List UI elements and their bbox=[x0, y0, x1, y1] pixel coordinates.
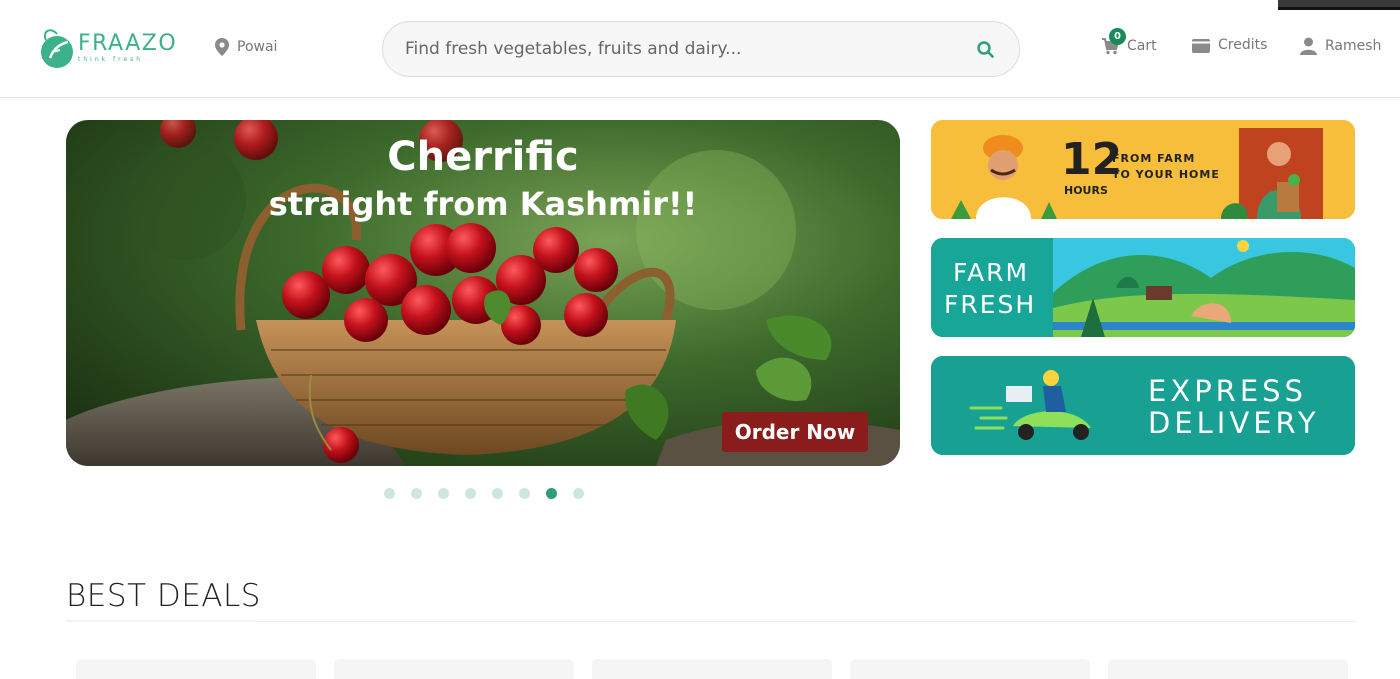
deal-card[interactable] bbox=[850, 659, 1090, 679]
hours-unit: HOURS bbox=[1064, 184, 1108, 197]
farm-text: FARM bbox=[953, 258, 1030, 287]
fraazo-logo[interactable]: FRAAZO think fresh bbox=[38, 26, 177, 70]
credits-link[interactable]: Credits bbox=[1192, 37, 1267, 53]
from-farm-text: FROM FARM bbox=[1112, 152, 1196, 165]
credits-label: Credits bbox=[1218, 37, 1268, 53]
overlay-window-edge bbox=[1278, 0, 1400, 10]
user-name-label: Ramesh bbox=[1325, 38, 1382, 54]
fresh-text: FRESH bbox=[944, 290, 1037, 319]
carousel-dot[interactable] bbox=[438, 488, 449, 499]
section-divider bbox=[66, 621, 1356, 622]
location-label: Powai bbox=[237, 39, 278, 55]
search-bar bbox=[382, 21, 1020, 77]
section-divider-accent bbox=[66, 620, 256, 622]
carousel-pagination bbox=[384, 488, 584, 499]
carousel-dot[interactable] bbox=[573, 488, 584, 499]
top-header: FRAAZO think fresh Powai 0 bbox=[0, 0, 1400, 98]
logo-tagline: think fresh bbox=[78, 56, 144, 63]
banner-12-hours[interactable]: 12 HOURS FROM FARM TO YOUR HOME bbox=[931, 120, 1355, 219]
hero-title: Cherrific bbox=[387, 134, 579, 180]
banner-express-delivery[interactable]: EXPRESS DELIVERY bbox=[931, 356, 1355, 455]
hero-subtitle: straight from Kashmir!! bbox=[268, 185, 698, 223]
delivery-text: DELIVERY bbox=[1148, 406, 1320, 440]
to-your-home-text: TO YOUR HOME bbox=[1112, 168, 1220, 181]
user-account-link[interactable]: Ramesh bbox=[1300, 37, 1381, 55]
carousel-dot[interactable] bbox=[465, 488, 476, 499]
cart-label: Cart bbox=[1127, 38, 1157, 54]
carousel-dot[interactable] bbox=[492, 488, 503, 499]
deal-card[interactable] bbox=[334, 659, 574, 679]
search-icon bbox=[976, 40, 994, 58]
carousel-dot-active[interactable] bbox=[546, 488, 557, 499]
location-selector[interactable]: Powai bbox=[215, 38, 277, 56]
carousel-dot[interactable] bbox=[411, 488, 422, 499]
carousel-dot[interactable] bbox=[519, 488, 530, 499]
farm-landscape-illustration bbox=[931, 238, 1355, 337]
carousel-dot[interactable] bbox=[384, 488, 395, 499]
search-button[interactable] bbox=[973, 37, 997, 61]
search-input[interactable] bbox=[405, 39, 973, 59]
cart-link[interactable]: 0 Cart bbox=[1101, 28, 1157, 55]
cart-count-badge: 0 bbox=[1109, 28, 1126, 45]
deal-card[interactable] bbox=[1108, 659, 1348, 679]
wallet-icon bbox=[1192, 38, 1210, 53]
order-now-button[interactable]: Order Now bbox=[722, 412, 868, 452]
fraazo-leaf-logo-icon bbox=[41, 29, 73, 68]
map-pin-icon bbox=[215, 38, 229, 56]
user-icon bbox=[1300, 37, 1317, 55]
deal-card[interactable] bbox=[592, 659, 832, 679]
banner-farm-fresh[interactable]: FARM FRESH bbox=[931, 238, 1355, 337]
express-text: EXPRESS bbox=[1148, 374, 1307, 408]
best-deals-heading: BEST DEALS bbox=[66, 578, 261, 614]
deal-card[interactable] bbox=[76, 659, 316, 679]
logo-name: FRAAZO bbox=[78, 31, 178, 56]
